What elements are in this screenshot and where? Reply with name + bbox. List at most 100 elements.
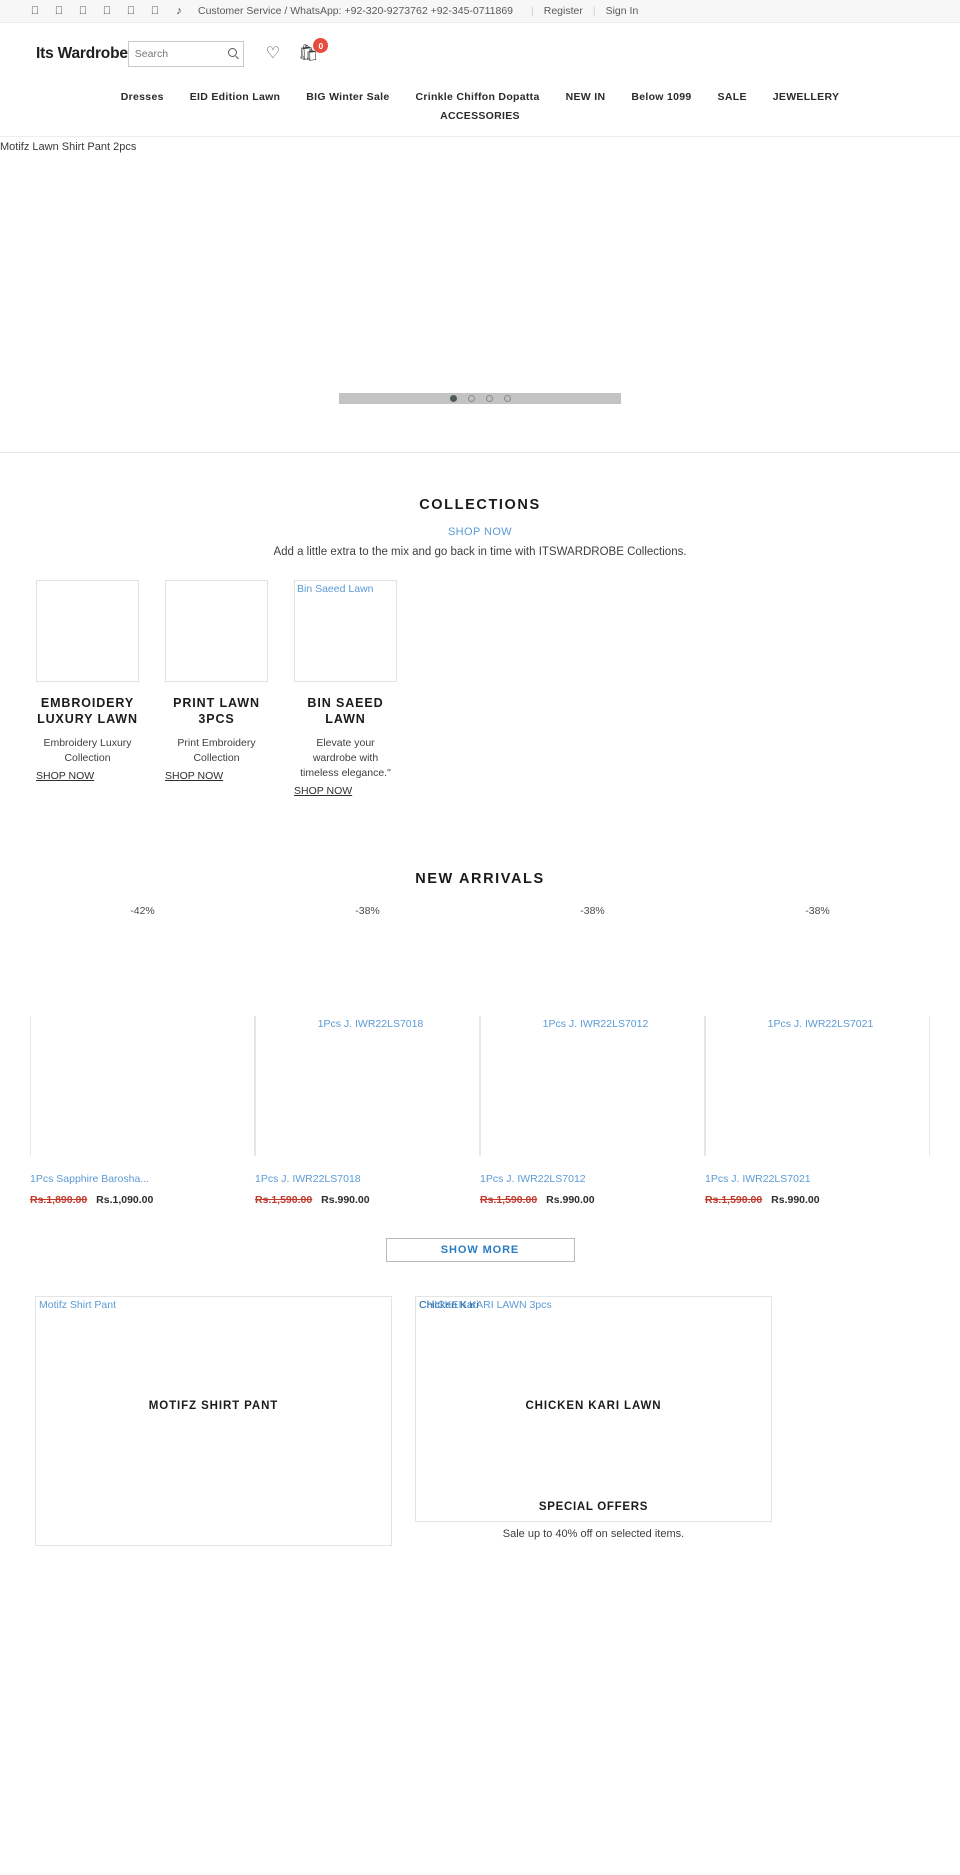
- divider: |: [531, 5, 534, 17]
- collection-shop-now-link[interactable]: SHOP NOW: [165, 770, 223, 782]
- carousel-dot-4[interactable]: [503, 395, 511, 402]
- collection-thumbnail[interactable]: Bin Saeed Lawn: [294, 580, 397, 682]
- product-thumbnail[interactable]: 1Pcs J. IWR22LS7018: [255, 1015, 480, 1156]
- product-image-alt: 1Pcs J. IWR22LS7018: [317, 1017, 424, 1030]
- special-offers-subtitle: Sale up to 40% off on selected items.: [502, 1527, 685, 1540]
- collections-subtitle: Add a little extra to the mix and go bac…: [273, 546, 687, 558]
- promo-banner-row: Motifz Shirt Pant MOTIFZ SHIRT PANT CHIC…: [0, 1295, 960, 1546]
- brand-logo[interactable]: Its Wardrobe: [36, 45, 128, 63]
- nav-row-secondary: ACCESSORIES: [0, 110, 960, 122]
- product-image-area[interactable]: 1Pcs J. IWR22LS7012: [480, 1015, 705, 1156]
- carousel-dot-2[interactable]: [467, 395, 475, 402]
- nav-item-big-winter-sale[interactable]: BIG Winter Sale: [306, 91, 389, 103]
- product-title[interactable]: 1Pcs J. IWR22LS7018: [255, 1173, 480, 1185]
- banner-caption: CHICKEN KARI LAWN: [525, 1399, 662, 1412]
- promo-banner-motifz[interactable]: Motifz Shirt Pant MOTIFZ SHIRT PANT: [35, 1295, 392, 1546]
- collection-shop-now-link[interactable]: SHOP NOW: [36, 770, 94, 782]
- nav-item-below-1099[interactable]: Below 1099: [631, 91, 691, 103]
- carousel-dot-3[interactable]: [485, 395, 493, 402]
- collections-shop-now-link[interactable]: SHOP NOW: [0, 526, 960, 538]
- collection-name: EMBROIDERY LUXURY LAWN: [37, 696, 138, 726]
- price-original: Rs.1,590.00: [705, 1193, 763, 1206]
- banner-caption: MOTIFZ SHIRT PANT: [148, 1399, 279, 1412]
- collection-shop-now-link[interactable]: SHOP NOW: [294, 785, 352, 797]
- nav-item-accessories[interactable]: ACCESSORIES: [440, 110, 520, 122]
- promo-banner-right-column: CHICKEN KARI LAWN 3pcs Chicken Kari CHIC…: [415, 1295, 772, 1546]
- product-thumbnail[interactable]: [30, 1015, 255, 1156]
- new-arrivals-title: NEW ARRIVALS: [415, 870, 545, 887]
- product-thumbnail[interactable]: 1Pcs J. IWR22LS7012: [480, 1015, 705, 1156]
- collection-description: Embroidery Luxury Collection: [43, 737, 132, 765]
- discount-badge: -38%: [580, 904, 605, 917]
- discount-badge: -38%: [355, 904, 380, 917]
- account-links: | Register | Sign In: [521, 5, 638, 17]
- collection-image-alt: Bin Saeed Lawn: [297, 583, 374, 595]
- nav-item-sale[interactable]: SALE: [718, 91, 747, 103]
- wishlist-heart-icon[interactable]: ♡: [266, 46, 280, 62]
- product-card[interactable]: -38% 1Pcs J. IWR22LS7012 1Pcs J. IWR22LS…: [480, 905, 705, 1206]
- carousel-dot-nav[interactable]: [339, 393, 621, 404]
- product-image-area[interactable]: 1Pcs J. IWR22LS7018: [255, 1015, 480, 1156]
- register-link[interactable]: Register: [544, 5, 583, 17]
- top-utility-bar:       ♪ Customer Service / WhatsAp…: [0, 0, 960, 23]
- cart-count-badge: 0: [313, 38, 329, 53]
- collection-card[interactable]: PRINT LAWN 3PCS Print Embroidery Collect…: [165, 580, 268, 799]
- snapchat-icon[interactable]: : [150, 5, 160, 17]
- collections-title: COLLECTIONS: [419, 497, 541, 513]
- divider: |: [592, 5, 596, 17]
- search-icon[interactable]: [227, 48, 237, 57]
- banner-image-alt-secondary: Chicken Kari: [419, 1298, 479, 1311]
- twitter-icon[interactable]: : [78, 5, 88, 17]
- price-sale: Rs.990.00: [771, 1193, 820, 1206]
- main-navigation: Dresses EID Edition Lawn BIG Winter Sale…: [0, 85, 960, 126]
- product-image-area[interactable]: 1Pcs J. IWR22LS7021: [705, 1015, 930, 1156]
- product-price-row: Rs.1,590.00 Rs.990.00: [705, 1194, 930, 1206]
- tiktok-icon[interactable]: ♪: [174, 5, 184, 17]
- sign-in-link[interactable]: Sign In: [606, 5, 639, 17]
- product-price-row: Rs.1,590.00 Rs.990.00: [255, 1194, 480, 1206]
- collection-thumbnail[interactable]: [165, 580, 268, 682]
- product-card[interactable]: -42% 1Pcs Sapphire Barosha... Rs.1,890.0…: [30, 905, 255, 1206]
- product-title[interactable]: 1Pcs J. IWR22LS7012: [480, 1173, 705, 1185]
- instagram-icon[interactable]: : [54, 5, 64, 17]
- product-title[interactable]: 1Pcs J. IWR22LS7021: [705, 1173, 930, 1185]
- customer-service-text: Customer Service / WhatsApp: +92-320-927…: [198, 5, 514, 17]
- collection-description: Print Embroidery Collection: [177, 737, 256, 765]
- collection-card[interactable]: EMBROIDERY LUXURY LAWN Embroidery Luxury…: [36, 580, 139, 799]
- price-sale: Rs.1,090.00: [96, 1193, 154, 1206]
- product-title[interactable]: 1Pcs Sapphire Barosha...: [30, 1173, 255, 1185]
- cart-button[interactable]: 🛍 0: [298, 38, 329, 63]
- nav-row-primary: Dresses EID Edition Lawn BIG Winter Sale…: [0, 91, 960, 103]
- product-card[interactable]: -38% 1Pcs J. IWR22LS7018 1Pcs J. IWR22LS…: [255, 905, 480, 1206]
- site-header: Its Wardrobe ♡ 🛍 0: [0, 23, 960, 85]
- nav-item-crinkle-chiffon-dopatta[interactable]: Crinkle Chiffon Dopatta: [415, 91, 539, 103]
- nav-item-new-in[interactable]: NEW IN: [566, 91, 606, 103]
- product-image-alt: 1Pcs J. IWR22LS7012: [542, 1017, 649, 1030]
- price-original: Rs.1,590.00: [255, 1193, 313, 1206]
- facebook-icon[interactable]: : [30, 5, 40, 17]
- product-thumbnail[interactable]: 1Pcs J. IWR22LS7021: [705, 1015, 930, 1156]
- show-more-button[interactable]: SHOW MORE: [385, 1237, 575, 1262]
- product-price-row: Rs.1,890.00 Rs.1,090.00: [30, 1194, 255, 1206]
- nav-item-jewellery[interactable]: JEWELLERY: [773, 91, 839, 103]
- youtube-icon[interactable]: : [102, 5, 112, 17]
- carousel-dot-1[interactable]: [449, 395, 457, 402]
- search-input[interactable]: [134, 48, 229, 60]
- promo-banner-chicken-kari[interactable]: CHICKEN KARI LAWN 3pcs Chicken Kari CHIC…: [415, 1295, 772, 1522]
- discount-badge: -38%: [805, 904, 830, 917]
- collection-name: BIN SAEED LAWN: [307, 696, 384, 726]
- search-box[interactable]: [127, 41, 244, 67]
- hero-carousel[interactable]: Motifz Lawn Shirt Pant 2pcs: [0, 136, 960, 453]
- nav-item-dresses[interactable]: Dresses: [121, 91, 164, 103]
- product-card[interactable]: -38% 1Pcs J. IWR22LS7021 1Pcs J. IWR22LS…: [705, 905, 930, 1206]
- collection-card[interactable]: Bin Saeed Lawn BIN SAEED LAWN Elevate yo…: [294, 580, 397, 799]
- social-icon-group:       ♪: [30, 5, 184, 17]
- pinterest-icon[interactable]: : [126, 5, 136, 17]
- product-image-area[interactable]: [30, 1015, 255, 1156]
- collections-section: COLLECTIONS SHOP NOW Add a little extra …: [0, 497, 960, 558]
- nav-item-eid-edition-lawn[interactable]: EID Edition Lawn: [190, 91, 281, 103]
- collection-thumbnail[interactable]: [36, 580, 139, 682]
- price-sale: Rs.990.00: [546, 1193, 595, 1206]
- price-original: Rs.1,590.00: [480, 1193, 538, 1206]
- price-original: Rs.1,890.00: [30, 1193, 88, 1206]
